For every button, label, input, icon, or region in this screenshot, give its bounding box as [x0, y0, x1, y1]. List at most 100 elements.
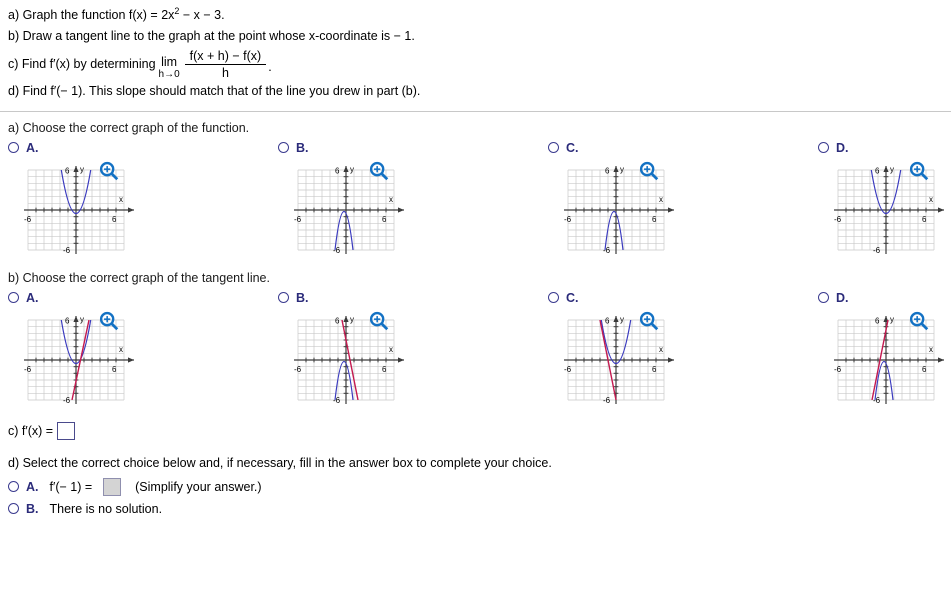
- fraction-bar: [184, 63, 267, 65]
- svg-text:x: x: [659, 195, 663, 204]
- svg-text:x: x: [119, 345, 123, 354]
- svg-text:-6: -6: [333, 396, 341, 405]
- part-a-choice-C[interactable]: C. -6 6 6 -6 y x: [540, 138, 810, 262]
- part-a-choice-B-letter: B.: [296, 140, 309, 155]
- part-b-choice-B[interactable]: B. -6 6 6 -6 y x: [270, 288, 540, 412]
- part-a-choice-A[interactable]: A. -6 6 6 -6 y x: [0, 138, 270, 262]
- part-a-choice-C-head[interactable]: C.: [540, 138, 810, 158]
- tick-label-x-min: -6: [24, 215, 32, 224]
- problem-line-b: b) Draw a tangent line to the graph at t…: [8, 29, 415, 44]
- part-a-choice-B[interactable]: B. -6 6 6 -6 y x: [270, 138, 540, 262]
- graph-part-a-B[interactable]: -6 6 6 -6 y x: [286, 160, 438, 262]
- graph-part-a-C[interactable]: -6 6 6 -6 y x: [556, 160, 708, 262]
- svg-text:6: 6: [335, 166, 340, 175]
- part-d-prompt: d) Select the correct choice below and, …: [8, 455, 552, 470]
- part-c-label: c) f′(x) =: [8, 423, 54, 438]
- svg-text:x: x: [659, 345, 663, 354]
- graph-part-b-A[interactable]: -6 6 6 -6 y x: [16, 310, 168, 412]
- svg-text:6: 6: [922, 215, 927, 224]
- part-d-choice-A-label: f′(− 1) =: [49, 479, 93, 494]
- magnifier-plus-icon[interactable]: [908, 160, 930, 182]
- problem-line-c-suffix: .: [268, 60, 272, 75]
- part-c-answer-input[interactable]: [57, 421, 76, 440]
- part-b-choice-B-head[interactable]: B.: [270, 288, 540, 308]
- graph-part-b-C[interactable]: -6 6 6 -6 y x: [556, 310, 708, 412]
- magnifier-plus-icon[interactable]: [638, 310, 660, 332]
- graph-part-b-B[interactable]: -6 6 6 -6 y x: [286, 310, 438, 412]
- svg-text:-6: -6: [834, 365, 842, 374]
- part-a-prompt: a) Choose the correct graph of the funct…: [8, 120, 250, 135]
- magnifier-plus-icon[interactable]: [98, 310, 120, 332]
- part-b-choice-C-head[interactable]: C.: [540, 288, 810, 308]
- svg-text:-6: -6: [873, 396, 881, 405]
- part-a-choice-C-letter: C.: [566, 140, 579, 155]
- svg-text:-6: -6: [873, 246, 881, 255]
- graph-svg-part-b-B: -6 6 6 -6 y x: [294, 315, 404, 405]
- problem-line-a-rest: − x − 3.: [179, 8, 225, 22]
- svg-text:x: x: [929, 345, 933, 354]
- part-d-choice-B-letter: B.: [26, 501, 39, 516]
- svg-text:6: 6: [875, 316, 880, 325]
- graph-svg-part-a-D: -6 6 6 -6 y x: [834, 165, 944, 255]
- limit-label: lim: [161, 55, 178, 70]
- problem-line-a: a) Graph the function f(x) = 2x2 − x − 3…: [8, 5, 943, 26]
- svg-text:y: y: [890, 315, 894, 324]
- part-d-choice-B[interactable]: B. There is no solution.: [0, 496, 951, 516]
- problem-line-c-prefix: c) Find f′(x) by determining: [8, 56, 156, 71]
- part-b-choice-D[interactable]: D. -6 6 6 -6 y x: [810, 288, 946, 412]
- magnifier-plus-icon[interactable]: [368, 160, 390, 182]
- part-b-choice-A[interactable]: A. -6 6 6 -6 y x: [0, 288, 270, 412]
- graph-part-a-A[interactable]: -6 6 6 -6 y x: [16, 160, 168, 262]
- part-a-choice-A-head[interactable]: A.: [0, 138, 270, 158]
- part-b-choice-D-letter: D.: [836, 290, 849, 305]
- part-b-choice-D-head[interactable]: D.: [810, 288, 946, 308]
- tick-label-x-max: 6: [112, 215, 117, 224]
- svg-text:6: 6: [652, 365, 657, 374]
- radio-part-b-A[interactable]: [8, 292, 19, 304]
- svg-text:-6: -6: [24, 365, 32, 374]
- radio-part-a-C[interactable]: [548, 142, 559, 154]
- part-d-answer-input[interactable]: [103, 477, 122, 496]
- axis-label-y: y: [80, 165, 84, 174]
- magnifier-plus-icon[interactable]: [368, 310, 390, 332]
- fraction-numerator: f(x + h) − f(x): [189, 48, 262, 63]
- graph-svg-part-a-C: -6 6 6 -6 y x: [564, 165, 674, 255]
- problem-line-c: c) Find f′(x) by determining lim h→0 f(x…: [8, 49, 943, 80]
- limit-subscript: h→0: [158, 68, 180, 80]
- part-a-choice-B-head[interactable]: B.: [270, 138, 540, 158]
- part-a-choice-D-letter: D.: [836, 140, 849, 155]
- svg-text:6: 6: [382, 215, 387, 224]
- graph-svg-part-b-D: -6 6 6 -6 y x: [834, 315, 944, 405]
- svg-text:y: y: [350, 165, 354, 174]
- radio-part-a-B[interactable]: [278, 142, 289, 154]
- axis-label-x: x: [119, 195, 123, 204]
- magnifier-plus-icon[interactable]: [908, 310, 930, 332]
- part-a-choice-D-head[interactable]: D.: [810, 138, 946, 158]
- graph-svg-part-a-B: -6 6 6 -6 y x: [294, 165, 404, 255]
- svg-text:6: 6: [652, 215, 657, 224]
- radio-part-a-D[interactable]: [818, 142, 829, 154]
- svg-text:-6: -6: [294, 365, 302, 374]
- problem-line-a-text: a) Graph the function f(x) = 2x: [8, 8, 175, 22]
- part-d-choice-A[interactable]: A. f′(− 1) = (Simplify your answer.): [0, 472, 951, 496]
- svg-text:-6: -6: [333, 246, 341, 255]
- radio-part-b-C[interactable]: [548, 292, 559, 304]
- svg-text:x: x: [389, 195, 393, 204]
- magnifier-plus-icon[interactable]: [638, 160, 660, 182]
- part-b-choice-C[interactable]: C. -6 6 6 -6 y x: [540, 288, 810, 412]
- part-c-answer-line: c) f′(x) =: [0, 412, 951, 440]
- graph-part-a-D[interactable]: -6 6 6 -6 y x: [826, 160, 951, 262]
- magnifier-plus-icon[interactable]: [98, 160, 120, 182]
- part-b-choice-row: A. -6 6 6 -6 y x B. -6 6 6 -6 y x C. -6 …: [0, 288, 951, 412]
- part-a-choice-D[interactable]: D. -6 6 6 -6 y x: [810, 138, 946, 262]
- svg-text:x: x: [929, 195, 933, 204]
- radio-part-d-B[interactable]: [8, 503, 19, 515]
- radio-part-d-A[interactable]: [8, 481, 19, 493]
- svg-text:6: 6: [605, 316, 610, 325]
- part-b-choice-A-head[interactable]: A.: [0, 288, 270, 308]
- radio-part-b-D[interactable]: [818, 292, 829, 304]
- graph-part-b-D[interactable]: -6 6 6 -6 y x: [826, 310, 951, 412]
- radio-part-b-B[interactable]: [278, 292, 289, 304]
- radio-part-a-A[interactable]: [8, 142, 19, 154]
- svg-text:-6: -6: [63, 396, 71, 405]
